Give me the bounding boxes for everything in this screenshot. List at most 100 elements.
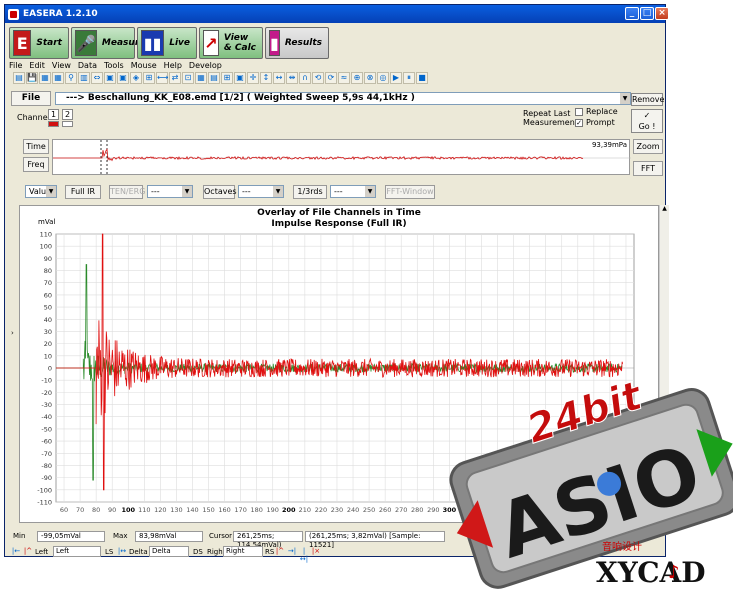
toolbar-button-12-icon[interactable]: ⟷: [156, 72, 168, 84]
right-peak-icon[interactable]: |^: [275, 547, 285, 556]
x-tick-label: 110: [138, 506, 150, 514]
chevron-down-icon[interactable]: ▼: [273, 186, 283, 197]
tab-live[interactable]: ▮▮ Live: [137, 27, 197, 59]
chevron-down-icon[interactable]: ▼: [182, 186, 192, 197]
toolbar-button-13-icon[interactable]: ⇄: [169, 72, 181, 84]
toolbar-button-18-icon[interactable]: ▣: [234, 72, 246, 84]
tab-results[interactable]: ▮ Results: [265, 27, 329, 59]
ten-select[interactable]: --- ▼: [147, 185, 193, 198]
tab-view-calc[interactable]: ↗ View & Calc: [199, 27, 263, 59]
side-arrow-icon[interactable]: ›: [11, 329, 14, 337]
toolbar-button-20-icon[interactable]: ↕: [260, 72, 272, 84]
fft-button[interactable]: FFT: [633, 161, 663, 176]
toolbar-button-5-icon[interactable]: ⚲: [65, 72, 77, 84]
minimize-button[interactable]: _: [625, 7, 639, 20]
overview-waveform[interactable]: 93,39mPa: [52, 139, 631, 176]
channel-2-button[interactable]: 2: [62, 109, 73, 120]
octave-select[interactable]: --- ▼: [238, 185, 284, 198]
toolbar-button-16-icon[interactable]: ▤: [208, 72, 220, 84]
toolbar-button-31-icon[interactable]: ⏸: [403, 72, 415, 84]
y-tick-label: -50: [41, 425, 52, 433]
zoom-cursors-icon[interactable]: |↔|: [299, 547, 309, 563]
menu-develop[interactable]: Develop: [189, 61, 222, 70]
prompt-checkbox[interactable]: ✓ Prompt: [575, 118, 615, 127]
y-tick-label: -70: [41, 450, 52, 458]
toolbar-button-11-icon[interactable]: ⊞: [143, 72, 155, 84]
remove-button[interactable]: Remove: [631, 93, 664, 106]
menu-file[interactable]: File: [9, 61, 22, 70]
chevron-down-icon[interactable]: ▼: [46, 186, 56, 197]
toolbar-button-3-icon[interactable]: ▦: [39, 72, 51, 84]
maximize-button[interactable]: □: [640, 7, 654, 20]
toolbar-button-6-icon[interactable]: ▥: [78, 72, 90, 84]
scroll-up-icon[interactable]: ▲: [660, 205, 669, 212]
tab-measure[interactable]: 🎤 Measure: [71, 27, 145, 59]
freq-button[interactable]: Freq: [23, 157, 49, 172]
menu-help[interactable]: Help: [164, 61, 182, 70]
left-field[interactable]: Left: [53, 546, 101, 557]
menu-view[interactable]: View: [52, 61, 71, 70]
toolbar-button-17-icon[interactable]: ⊞: [221, 72, 233, 84]
checkbox-icon[interactable]: [575, 107, 583, 116]
toolbar-button-2-icon[interactable]: 💾: [26, 72, 38, 84]
toolbar-button-15-icon[interactable]: ▦: [195, 72, 207, 84]
checkbox-checked-icon[interactable]: ✓: [575, 118, 583, 127]
octaves-button[interactable]: Octaves: [203, 185, 237, 199]
brand-text: XYCAD: [596, 556, 706, 589]
menu-data[interactable]: Data: [78, 61, 97, 70]
y-tick-label: -100: [37, 486, 52, 494]
zoom-button[interactable]: Zoom: [633, 139, 663, 154]
max-value: 83,98mVal: [135, 531, 203, 542]
ls-label: LS: [105, 548, 114, 556]
toolbar-button-24-icon[interactable]: ⟲: [312, 72, 324, 84]
delta-icon[interactable]: |↔: [117, 547, 127, 556]
full-ir-button[interactable]: Full IR: [65, 185, 101, 199]
toolbar-button-9-icon[interactable]: ▣: [117, 72, 129, 84]
menu-mouse[interactable]: Mouse: [131, 61, 157, 70]
fft-window-button[interactable]: FFT-Window: [385, 185, 435, 199]
third-octave-button[interactable]: 1/3rds: [293, 185, 327, 199]
toolbar-button-29-icon[interactable]: ◎: [377, 72, 389, 84]
left-peak-icon[interactable]: |^: [23, 547, 33, 556]
toolbar-button-26-icon[interactable]: ≈: [338, 72, 350, 84]
menu-edit[interactable]: Edit: [29, 61, 45, 70]
toolbar-button-8-icon[interactable]: ▣: [104, 72, 116, 84]
close-button[interactable]: ×: [655, 7, 669, 20]
toolbar-button-23-icon[interactable]: ∩: [299, 72, 311, 84]
value-select[interactable]: Value ▼: [25, 185, 57, 198]
x-tick-label: 260: [379, 506, 391, 514]
toolbar-button-21-icon[interactable]: ↔: [273, 72, 285, 84]
y-tick-label: 70: [44, 279, 52, 287]
time-button[interactable]: Time: [23, 139, 49, 154]
toolbar-button-7-icon[interactable]: ⇔: [91, 72, 103, 84]
tab-start[interactable]: E Start: [9, 27, 69, 59]
chevron-down-icon[interactable]: ▼: [620, 93, 630, 104]
toolbar-button-30-icon[interactable]: ▶: [390, 72, 402, 84]
menu-tools[interactable]: Tools: [104, 61, 124, 70]
toolbar-button-19-icon[interactable]: ✛: [247, 72, 259, 84]
y-tick-label: -80: [41, 462, 52, 470]
ten-erg-button[interactable]: TEN/ERG: [109, 185, 145, 199]
toolbar-button-28-icon[interactable]: ⊗: [364, 72, 376, 84]
channel-1-button[interactable]: 1: [48, 109, 59, 120]
toolbar-button-27-icon[interactable]: ⊕: [351, 72, 363, 84]
chevron-down-icon[interactable]: ▼: [365, 186, 375, 197]
file-select[interactable]: ---> Beschallung_KK_E08.emd [1/2] ( Weig…: [55, 92, 631, 105]
file-button[interactable]: File: [11, 91, 51, 106]
replace-checkbox[interactable]: Replace: [575, 107, 618, 116]
toolbar-button-22-icon[interactable]: ⇹: [286, 72, 298, 84]
x-tick-label: 170: [234, 506, 246, 514]
clear-cursors-icon[interactable]: |×: [311, 547, 321, 556]
go-button[interactable]: ✓ Go !: [631, 109, 663, 133]
toolbar-button-25-icon[interactable]: ⟳: [325, 72, 337, 84]
right-field[interactable]: Right: [223, 546, 263, 557]
toolbar-button-32-icon[interactable]: ■: [416, 72, 428, 84]
delta-field[interactable]: Delta: [149, 546, 189, 557]
toolbar-button-1-icon[interactable]: ▤: [13, 72, 25, 84]
toolbar-button-10-icon[interactable]: ◈: [130, 72, 142, 84]
third-select[interactable]: --- ▼: [330, 185, 376, 198]
left-cursor-icon[interactable]: |←: [11, 547, 21, 556]
toolbar-button-14-icon[interactable]: ⊡: [182, 72, 194, 84]
right-cursor-icon[interactable]: →|: [287, 547, 297, 556]
toolbar-button-4-icon[interactable]: ▦: [52, 72, 64, 84]
